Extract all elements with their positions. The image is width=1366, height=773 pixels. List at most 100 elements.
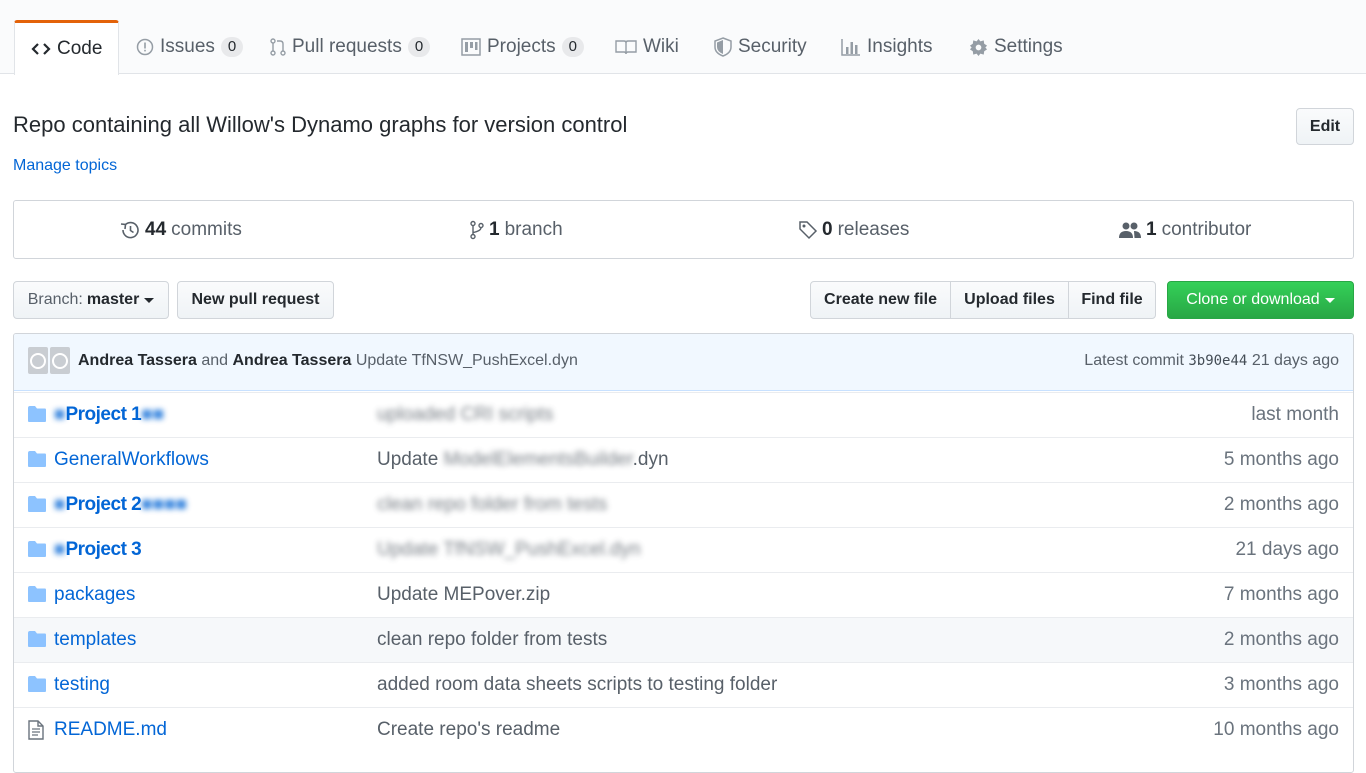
contributors-label: contributor [1161,218,1252,240]
pull-request-icon [270,37,286,57]
table-row: templates clean repo folder from tests 2… [14,617,1353,662]
file-age: 10 months ago [1213,719,1339,740]
branch-label: Branch: [27,291,83,308]
branch-value: master [86,291,140,308]
manage-topics-link[interactable]: Manage topics [13,157,117,175]
tab-label: Security [738,36,807,57]
pull-requests-counter: 0 [407,37,431,57]
file-commit-message[interactable]: Update MEPover.zip [377,584,550,606]
file-commit-message[interactable]: uploaded CRI scripts [377,404,553,426]
file-age: last month [1251,404,1339,425]
clone-label: Clone or download [1186,291,1320,308]
edit-description-button[interactable]: Edit [1296,108,1354,145]
file-name[interactable]: ■Project 1■■ [54,404,164,426]
tab-label: Settings [994,36,1063,57]
file-commit-message[interactable]: Update ModelElementsBuilder.dyn [377,449,669,471]
table-row: README.md Create repo's readme 10 months… [14,707,1353,752]
caret-down-icon [1324,297,1335,303]
file-icon [27,720,45,745]
projects-counter: 0 [561,37,584,57]
tab-pull-requests[interactable]: Pull requests 0 [270,20,431,74]
commit-summary: Andrea Tassera and Andrea Tassera Update… [78,352,578,370]
file-commit-message[interactable]: Create repo's readme [377,719,560,741]
branches-count: 1 [489,218,500,240]
latest-commit-label: Latest commit [1084,352,1184,369]
new-pull-request-button[interactable]: New pull request [177,281,334,319]
upload-files-button[interactable]: Upload files [950,281,1069,319]
commits-label: commits [171,218,242,240]
file-name[interactable]: testing [54,674,110,696]
tab-label: Insights [867,36,933,57]
project-icon [461,38,481,56]
avatar[interactable] [28,347,70,374]
file-name[interactable]: ■Project 3 [54,539,142,561]
table-row: testing added room data sheets scripts t… [14,662,1353,707]
table-row: ■Project 1■■ uploaded CRI scripts last m… [14,392,1353,437]
clone-or-download-button[interactable]: Clone or download [1167,281,1354,319]
file-name[interactable]: packages [54,584,135,606]
releases-label: releases [837,218,910,240]
folder-icon [27,540,47,563]
tab-wiki[interactable]: Wiki [615,20,679,74]
tab-projects[interactable]: Projects 0 [461,20,584,74]
tab-label: Projects [487,36,556,57]
commit-meta: Latest commit 3b90e44 21 days ago [1084,352,1339,370]
branch-icon [469,220,485,240]
commit-author[interactable]: Andrea Tassera [78,352,197,369]
contributors-link[interactable]: 1 contributor [1118,201,1251,258]
file-name[interactable]: ■Project 2■■■■ [54,494,187,516]
folder-icon [27,585,47,608]
issue-icon [136,38,154,56]
commit-sha[interactable]: 3b90e44 [1188,353,1247,369]
table-row: GeneralWorkflows Update ModelElementsBui… [14,437,1353,482]
tab-insights[interactable]: Insights [841,20,932,74]
branch-select-button[interactable]: Branch: master [13,281,169,319]
tab-label: Pull requests [292,36,402,57]
tab-code[interactable]: Code [14,20,120,75]
file-age: 2 months ago [1223,629,1339,650]
file-commit-message[interactable]: added room data sheets scripts to testin… [377,674,777,696]
table-row: ■Project 3 Update TfNSW_PushExcel.dyn 21… [14,527,1353,572]
commits-count: 44 [145,218,167,240]
folder-icon [27,675,47,698]
table-row: ■Project 2■■■■ clean repo folder from te… [14,482,1353,527]
tag-icon [798,220,818,240]
repo-nav: Code Issues 0 Pull requests 0 Projects 0… [0,0,1366,75]
folder-icon [27,450,47,473]
commits-link[interactable]: 44 commits [119,201,242,258]
file-age: 21 days ago [1235,539,1339,560]
code-icon [31,41,51,57]
latest-commit-bar: Andrea Tassera and Andrea Tassera Update… [14,334,1353,391]
tab-issues[interactable]: Issues 0 [136,20,244,74]
caret-down-icon [144,297,155,303]
file-navigation: Andrea Tassera and Andrea Tassera Update… [13,333,1354,773]
file-age: 3 months ago [1223,674,1339,695]
numbers-summary: 44 commits 1 branch 0 releases 1 contrib… [13,200,1354,259]
commit-and-text: and [201,352,229,369]
branches-label: branch [504,218,563,240]
people-icon [1118,221,1142,239]
commit-age: 21 days ago [1251,352,1339,369]
file-name[interactable]: GeneralWorkflows [54,449,209,471]
file-name[interactable]: templates [54,629,136,651]
branches-link[interactable]: 1 branch [469,201,563,258]
repo-description: Repo containing all Willow's Dynamo grap… [13,112,628,137]
tab-security[interactable]: Security [714,20,807,74]
create-new-file-button[interactable]: Create new file [810,281,951,319]
file-commit-message[interactable]: Update TfNSW_PushExcel.dyn [377,539,641,561]
releases-link[interactable]: 0 releases [798,201,909,258]
gear-icon [969,38,988,57]
file-age: 5 months ago [1223,449,1339,470]
commit-committer[interactable]: Andrea Tassera [232,352,351,369]
book-icon [615,39,637,55]
file-name[interactable]: README.md [54,719,167,741]
releases-count: 0 [822,218,833,240]
folder-icon [27,405,47,428]
file-commit-message[interactable]: clean repo folder from tests [377,629,607,651]
folder-icon [27,630,47,653]
file-commit-message[interactable]: clean repo folder from tests [377,494,607,516]
commit-message[interactable]: Update TfNSW_PushExcel.dyn [356,352,578,369]
tab-settings[interactable]: Settings [969,20,1063,74]
find-file-button[interactable]: Find file [1068,281,1156,319]
tab-label: Issues [160,36,215,57]
